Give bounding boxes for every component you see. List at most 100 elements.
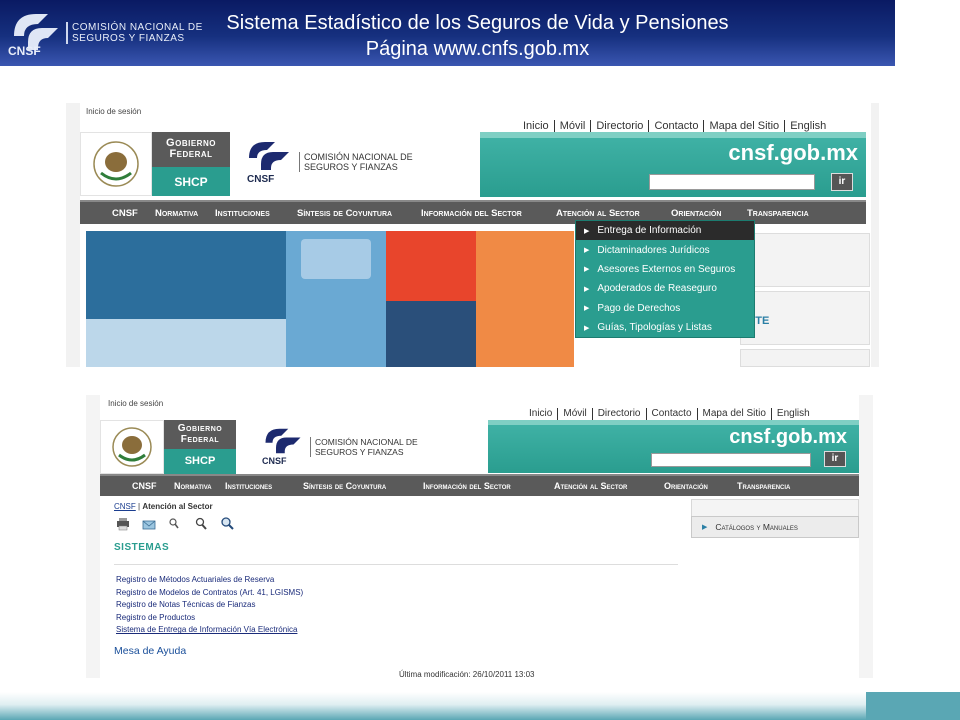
zoom-out-icon[interactable] — [166, 517, 192, 531]
cnsf-mark-icon — [265, 428, 301, 454]
hero-image — [86, 231, 574, 367]
top-link-contacto[interactable]: Contacto — [647, 408, 698, 420]
top-link-inicio[interactable]: Inicio — [518, 120, 555, 132]
cnsf-mark-icon — [249, 142, 289, 170]
side-menu-catalogos[interactable]: ▶ Catálogos y Manuales — [691, 516, 859, 538]
slide-title: Sistema Estadístico de los Seguros de Vi… — [150, 10, 805, 62]
breadcrumb-current: Atención al Sector — [142, 502, 213, 511]
arrow-right-icon: ▶ — [584, 324, 590, 332]
side-menu-catalogos-label: Catálogos y Manuales — [715, 522, 798, 532]
slide-footer-bar — [0, 692, 866, 720]
top-link-inicio[interactable]: Inicio — [524, 408, 559, 420]
login-link[interactable]: Inicio de sesión — [108, 399, 163, 408]
top-link-mapa[interactable]: Mapa del Sitio — [698, 408, 772, 420]
nav-transparencia[interactable]: Transparencia — [747, 208, 822, 219]
gobierno-federal-logo[interactable]: Gobierno Federal SHCP — [80, 132, 230, 196]
link-entrega-informacion[interactable]: Sistema de Entrega de Información Vía El… — [116, 624, 303, 637]
top-link-directorio[interactable]: Directorio — [591, 120, 650, 132]
zoom-reset-icon[interactable] — [192, 517, 218, 531]
main-nav: CNSF Normativa Instituciones Síntesis de… — [100, 474, 859, 496]
nav-atencion-sector[interactable]: Atención al Sector — [556, 208, 671, 219]
top-links: Inicio Móvil Directorio Contacto Mapa de… — [518, 120, 831, 132]
right-panel-1 — [740, 233, 870, 287]
right-panel-3 — [740, 349, 870, 367]
dropdown-item-guias[interactable]: ▶ Guías, Tipologías y Listas — [576, 318, 754, 337]
arrow-right-icon: ▶ — [702, 524, 708, 531]
dropdown-item-label: Guías, Tipologías y Listas — [597, 322, 712, 334]
search-input[interactable] — [649, 174, 815, 190]
nav-transparencia[interactable]: Transparencia — [737, 481, 812, 491]
link-modelos-contratos[interactable]: Registro de Modelos de Contratos (Art. 4… — [116, 587, 303, 600]
gobierno-label: Gobierno Federal — [152, 132, 230, 167]
arrow-right-icon: ▶ — [584, 285, 590, 293]
print-icon[interactable] — [114, 517, 140, 531]
top-link-english[interactable]: English — [785, 120, 831, 132]
search-button[interactable]: ir — [824, 451, 846, 467]
arrow-right-icon: ▶ — [584, 266, 590, 274]
header-logo-abbr: CNSF — [8, 44, 41, 58]
link-notas-tecnicas[interactable]: Registro de Notas Técnicas de Fianzas — [116, 599, 303, 612]
email-icon[interactable] — [140, 517, 166, 531]
nav-orientacion[interactable]: Orientación — [671, 208, 747, 219]
dropdown-item-entrega[interactable]: ▶ Entrega de Información — [576, 221, 754, 241]
top-link-movil[interactable]: Móvil — [555, 120, 592, 132]
top-links: Inicio Móvil Directorio Contacto Mapa de… — [524, 408, 815, 420]
help-desk-link[interactable]: Mesa de Ayuda — [114, 645, 186, 657]
zoom-in-icon[interactable] — [218, 517, 244, 531]
breadcrumb-root[interactable]: CNSF — [114, 502, 136, 511]
dropdown-item-apoderados[interactable]: ▶ Apoderados de Reaseguro — [576, 279, 754, 298]
mexico-seal-icon — [80, 132, 152, 196]
cnsf-site-logo[interactable]: CNSF COMISIÓN NACIONAL DE SEGUROS Y FIAN… — [245, 138, 445, 188]
nav-orientacion[interactable]: Orientación — [664, 481, 737, 491]
nav-atencion-sector[interactable]: Atención al Sector — [554, 481, 664, 491]
login-link[interactable]: Inicio de sesión — [86, 107, 141, 116]
nav-instituciones[interactable]: Instituciones — [215, 208, 297, 219]
section-divider — [114, 564, 678, 565]
banner-strip — [488, 420, 859, 425]
gobierno-federal-logo[interactable]: Gobierno Federal SHCP — [100, 420, 236, 474]
gobierno-line1: Gobierno — [177, 423, 223, 434]
gobierno-text-block: Gobierno Federal SHCP — [164, 420, 236, 474]
section-title: SISTEMAS — [114, 542, 170, 553]
nav-informacion-sector[interactable]: Información del Sector — [423, 481, 554, 491]
search-input[interactable] — [651, 453, 811, 467]
nav-cnsf[interactable]: CNSF — [112, 208, 155, 219]
website-screenshot-home: Inicio de sesión Inicio Móvil Directorio… — [66, 103, 879, 367]
nav-sintesis[interactable]: Síntesis de Coyuntura — [303, 481, 423, 491]
sistemas-link-list: Registro de Métodos Actuariales de Reser… — [116, 574, 303, 637]
slide-title-line1: Sistema Estadístico de los Seguros de Vi… — [226, 12, 729, 34]
dropdown-item-label: Pago de Derechos — [597, 302, 681, 314]
site-banner: cnsf.gob.mx ir — [488, 420, 859, 473]
dropdown-item-pago[interactable]: ▶ Pago de Derechos — [576, 299, 754, 318]
arrow-right-icon: ▶ — [584, 305, 590, 313]
nav-cnsf[interactable]: CNSF — [132, 481, 174, 491]
nav-normativa[interactable]: Normativa — [155, 208, 215, 219]
top-link-contacto[interactable]: Contacto — [649, 120, 705, 132]
slide-footer-tab — [866, 692, 960, 720]
cnsf-name: COMISIÓN NACIONAL DE SEGUROS Y FIANZAS — [310, 437, 418, 457]
shcp-label: SHCP — [164, 448, 236, 474]
nav-sintesis[interactable]: Síntesis de Coyuntura — [297, 208, 421, 219]
cnsf-site-logo[interactable]: CNSF COMISIÓN NACIONAL DE SEGUROS Y FIAN… — [262, 425, 452, 469]
top-link-mapa[interactable]: Mapa del Sitio — [704, 120, 786, 132]
site-domain: cnsf.gob.mx — [729, 426, 847, 448]
top-link-directorio[interactable]: Directorio — [593, 408, 647, 420]
cnsf-name: COMISIÓN NACIONAL DE SEGUROS Y FIANZAS — [299, 152, 413, 172]
cnsf-abbr: CNSF — [247, 174, 275, 185]
link-metodos-actuariales[interactable]: Registro de Métodos Actuariales de Reser… — [116, 574, 303, 587]
top-link-english[interactable]: English — [772, 408, 815, 420]
nav-normativa[interactable]: Normativa — [174, 481, 225, 491]
breadcrumb: CNSF | Atención al Sector — [114, 502, 213, 511]
mexico-seal-icon — [100, 420, 164, 474]
site-domain: cnsf.gob.mx — [728, 140, 858, 165]
nav-instituciones[interactable]: Instituciones — [225, 481, 303, 491]
search-button[interactable]: ir — [831, 173, 853, 191]
link-registro-productos[interactable]: Registro de Productos — [116, 612, 303, 625]
dropdown-item-label: Entrega de Información — [597, 225, 702, 237]
nav-informacion-sector[interactable]: Información del Sector — [421, 208, 556, 219]
dropdown-item-dictaminadores[interactable]: ▶ Dictaminadores Jurídicos — [576, 240, 754, 259]
slide-header: CNSF COMISIÓN NACIONAL DE SEGUROS Y FIAN… — [0, 0, 895, 66]
top-link-movil[interactable]: Móvil — [558, 408, 593, 420]
cnsf-abbr: CNSF — [262, 456, 287, 466]
dropdown-item-asesores[interactable]: ▶ Asesores Externos en Seguros — [576, 260, 754, 279]
